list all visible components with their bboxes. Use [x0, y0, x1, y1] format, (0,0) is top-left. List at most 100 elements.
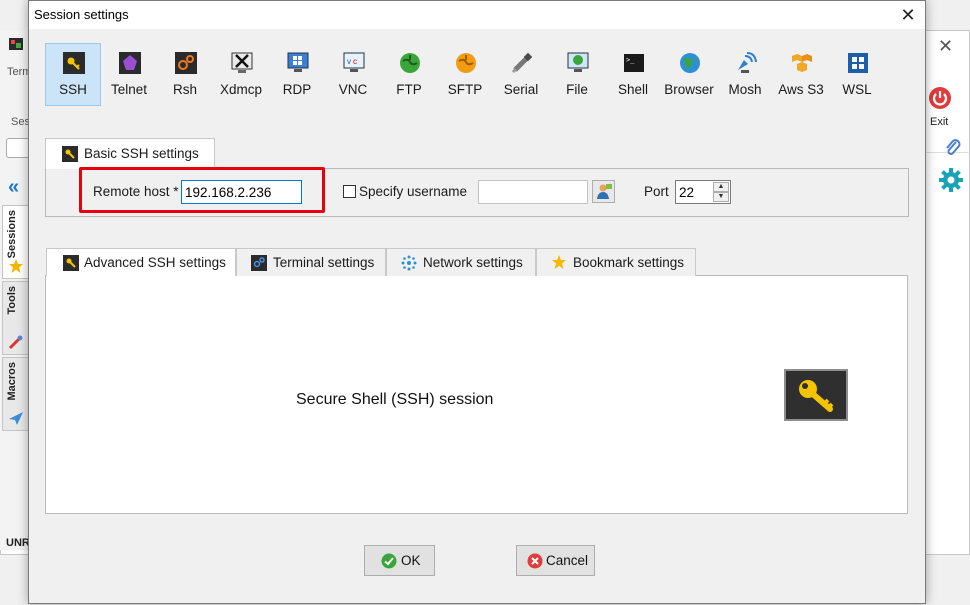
tools-icon	[8, 335, 23, 350]
protocol-aws-s3[interactable]: Aws S3	[773, 43, 829, 106]
protocol-ssh-label: SSH	[59, 82, 87, 97]
settings-gear-icon[interactable]	[938, 167, 964, 193]
ssh-key-large-icon	[784, 369, 848, 421]
protocol-ftp-label: FTP	[396, 82, 422, 97]
protocol-file-label: File	[566, 82, 588, 97]
mosh-icon	[738, 52, 757, 73]
protocol-serial[interactable]: Serial	[493, 43, 549, 106]
protocol-xdmcp-label: Xdmcp	[219, 82, 263, 97]
protocol-mosh-label: Mosh	[728, 82, 762, 97]
specify-username-checkbox[interactable]	[343, 185, 356, 198]
tab-advanced-ssh-settings-label: Advanced SSH settings	[84, 255, 226, 270]
tab-basic-ssh-settings-label: Basic SSH settings	[84, 146, 199, 161]
vnc-icon: vc	[343, 52, 365, 72]
background-session-label: Sess	[11, 116, 29, 128]
protocol-browser-label: Browser	[664, 82, 714, 97]
dialog-titlebar[interactable]: Session settings ✕	[29, 1, 925, 29]
protocol-rdp-label: RDP	[282, 82, 312, 97]
protocol-browser[interactable]: Browser	[661, 43, 717, 106]
protocol-sftp[interactable]: SFTP	[437, 43, 493, 106]
paperclip-icon[interactable]	[944, 138, 962, 158]
remote-host-label: Remote host *	[93, 184, 179, 199]
svg-text:v: v	[347, 57, 351, 66]
ok-button[interactable]: OK	[364, 545, 435, 576]
protocol-serial-label: Serial	[503, 82, 539, 97]
protocol-xdmcp[interactable]: Xdmcp	[213, 43, 269, 106]
side-tab-tools[interactable]: Tools	[2, 281, 29, 355]
tab-terminal-settings[interactable]: Terminal settings	[236, 248, 386, 276]
protocol-vnc[interactable]: vc VNC	[325, 43, 381, 106]
check-icon	[381, 553, 397, 569]
cancel-button[interactable]: Cancel	[516, 545, 595, 576]
protocol-telnet[interactable]: Telnet	[101, 43, 157, 106]
cancel-icon	[527, 553, 543, 569]
protocol-rsh-label: Rsh	[172, 82, 197, 97]
protocol-ssh[interactable]: SSH	[45, 43, 101, 106]
serial-icon	[511, 52, 533, 74]
macros-icon	[9, 412, 23, 425]
protocol-rdp[interactable]: RDP	[269, 43, 325, 106]
port-spinbox[interactable]: ▲ ▼	[675, 180, 731, 204]
protocol-wsl-label: WSL	[842, 82, 872, 97]
port-decrement-button[interactable]: ▼	[713, 192, 729, 202]
xdmcp-icon	[231, 52, 253, 73]
telnet-icon	[119, 52, 141, 74]
tab-terminal-settings-label: Terminal settings	[273, 255, 375, 270]
svg-text:>_: >_	[626, 56, 635, 64]
port-increment-button[interactable]: ▲	[713, 182, 729, 192]
protocol-vnc-label: VNC	[338, 82, 368, 97]
app-logo-icon	[9, 38, 23, 50]
background-side-tabs: Sessions Tools Macros	[2, 205, 29, 433]
session-description: Secure Shell (SSH) session	[296, 391, 494, 408]
port-label: Port	[644, 184, 669, 199]
ssh-key-icon	[63, 52, 85, 74]
side-tab-sessions[interactable]: Sessions	[2, 205, 29, 279]
star-icon	[9, 259, 23, 273]
side-tab-tools-label: Tools	[6, 286, 18, 315]
exit-power-icon[interactable]	[928, 86, 952, 110]
background-close-icon[interactable]: ✕	[938, 36, 953, 57]
shell-icon: >_	[624, 54, 644, 72]
exit-label: Exit	[930, 116, 949, 128]
protocol-mosh[interactable]: Mosh	[717, 43, 773, 106]
advanced-settings-tabs: Advanced SSH settings Terminal settings …	[46, 248, 696, 276]
browser-icon	[680, 53, 700, 73]
terminal-icon	[251, 255, 267, 271]
tab-bookmark-settings-label: Bookmark settings	[573, 255, 685, 270]
side-tab-macros[interactable]: Macros	[2, 357, 29, 431]
side-tab-sessions-label: Sessions	[6, 210, 18, 259]
protocol-file[interactable]: File	[549, 43, 605, 106]
tab-network-settings[interactable]: Network settings	[386, 248, 536, 276]
protocol-aws-s3-label: Aws S3	[778, 82, 824, 97]
rdp-icon	[287, 52, 309, 72]
protocol-rsh[interactable]: Rsh	[157, 43, 213, 106]
port-input[interactable]	[676, 181, 712, 203]
background-unr-label: UNR	[6, 537, 30, 549]
specify-username-label[interactable]: Specify username	[359, 184, 467, 199]
cancel-button-label: Cancel	[546, 553, 589, 568]
background-term-label: Term	[7, 66, 29, 78]
protocol-wsl[interactable]: WSL	[829, 43, 885, 106]
network-icon	[401, 255, 417, 271]
protocol-shell[interactable]: >_ Shell	[605, 43, 661, 106]
key-icon	[62, 146, 78, 162]
dialog-title: Session settings	[34, 7, 129, 22]
user-picker-button[interactable]	[592, 180, 615, 203]
remote-host-input[interactable]	[181, 180, 302, 204]
protocol-shell-label: Shell	[617, 82, 649, 97]
tab-advanced-ssh-settings[interactable]: Advanced SSH settings	[46, 248, 236, 276]
star-icon	[552, 255, 566, 269]
username-input[interactable]	[478, 180, 588, 204]
sftp-icon	[456, 53, 476, 73]
tab-basic-ssh-settings[interactable]: Basic SSH settings	[45, 138, 215, 169]
key-icon	[63, 255, 79, 271]
background-search-box[interactable]	[6, 138, 30, 158]
side-tab-macros-label: Macros	[6, 362, 18, 401]
aws-s3-icon	[792, 54, 812, 72]
user-icon	[597, 184, 612, 199]
tab-bookmark-settings[interactable]: Bookmark settings	[536, 248, 696, 276]
collapse-sidebar-icon[interactable]: «	[8, 176, 19, 199]
protocol-ftp[interactable]: FTP	[381, 43, 437, 106]
tab-network-settings-label: Network settings	[423, 255, 523, 270]
dialog-close-button[interactable]: ✕	[895, 3, 921, 27]
